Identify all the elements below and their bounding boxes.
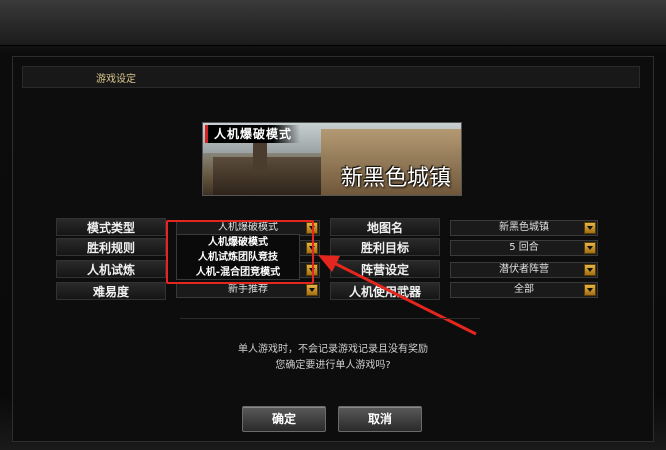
- map-name-value: 新黑色城镇: [499, 222, 549, 233]
- map-name-select[interactable]: 新黑色城镇: [450, 220, 598, 236]
- bot-trial-label: 人机试炼: [56, 260, 166, 278]
- map-preview-banner: 人机爆破模式 新黑色城镇: [202, 122, 462, 196]
- difficulty-value: 新手推荐: [228, 284, 268, 295]
- cancel-button[interactable]: 取消: [338, 406, 422, 432]
- divider: [180, 318, 480, 319]
- difficulty-select[interactable]: 新手推荐: [176, 282, 320, 298]
- win-target-value: 5 回合: [509, 242, 539, 253]
- dialog-title: 游戏设定: [96, 74, 136, 85]
- notice-line-2: 您确定要进行单人游戏吗?: [275, 360, 391, 371]
- camp-value: 潜伏者阵营: [499, 264, 549, 275]
- confirm-button[interactable]: 确定: [242, 406, 326, 432]
- banner-building-left: [213, 157, 323, 195]
- win-rule-label: 胜利规则: [56, 238, 166, 256]
- bot-weapon-value: 全部: [514, 284, 534, 295]
- notice-line-1: 单人游戏时，不会记录游戏记录且没有奖励: [238, 344, 428, 355]
- map-name-label: 地图名: [330, 218, 440, 236]
- chevron-down-icon[interactable]: [584, 284, 596, 296]
- chevron-down-icon[interactable]: [584, 264, 596, 276]
- annotation-arrow-icon: [318, 255, 477, 336]
- mode-type-label: 模式类型: [56, 218, 166, 236]
- banner-mode-tag: 人机爆破模式: [205, 125, 301, 143]
- annotation-highlight-box: [166, 220, 314, 284]
- chevron-down-icon[interactable]: [584, 222, 596, 234]
- top-bar: [0, 0, 666, 46]
- chevron-down-icon[interactable]: [584, 242, 596, 254]
- banner-map-name: 新黑色城镇: [340, 166, 451, 191]
- difficulty-label: 难易度: [56, 282, 166, 300]
